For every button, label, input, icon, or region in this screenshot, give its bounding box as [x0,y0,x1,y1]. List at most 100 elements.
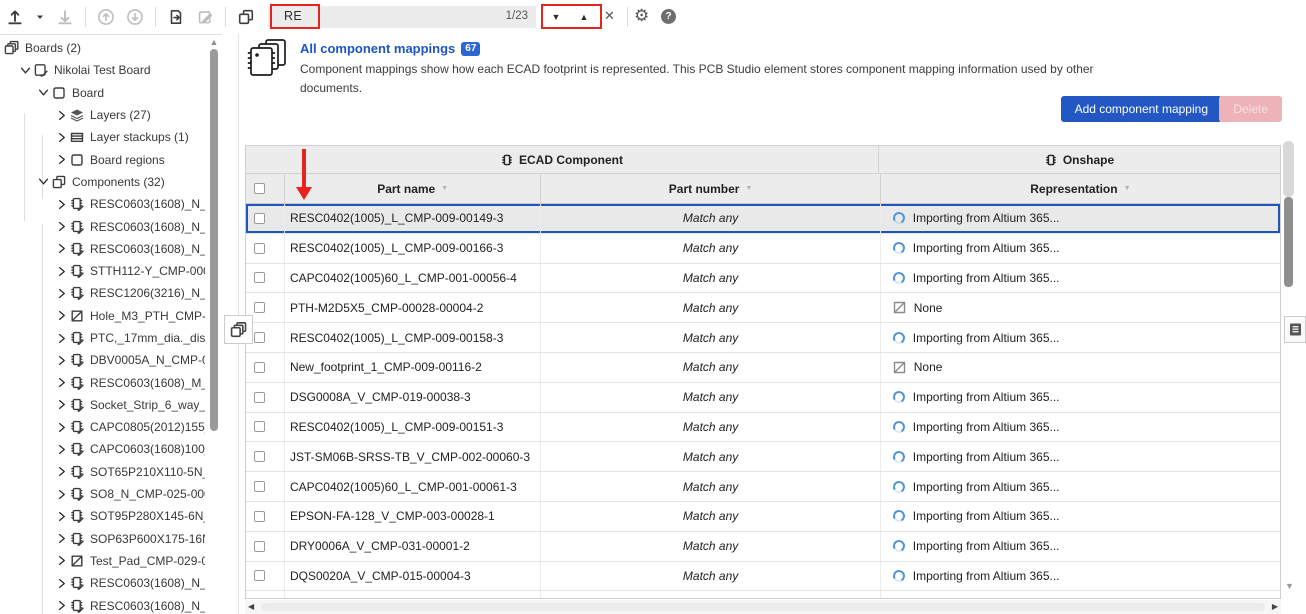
tree-item[interactable]: Components (32) [0,171,205,193]
sidebar-scroll-up-arrow[interactable]: ▲ [208,37,220,47]
table-scroll-down-arrow[interactable]: ▼ [1285,581,1294,591]
tree-item[interactable]: Board regions [0,148,205,170]
chevron-right-icon[interactable] [54,398,69,411]
row-checkbox[interactable] [254,541,265,552]
table-row[interactable]: PTH-M2D5X5_CMP-00028-00004-2Match anyNon… [246,293,1280,323]
tree-item[interactable]: Test_Pad_CMP-029-0... [0,550,205,572]
tree-item[interactable]: Nikolai Test Board [0,59,205,81]
scroll-right-arrow[interactable]: ▶ [1272,602,1278,611]
tree-item[interactable]: CAPC0805(2012)155_... [0,416,205,438]
tree-item[interactable]: Hole_M3_PTH_CMP-0... [0,305,205,327]
table-row-selected[interactable]: RESC0402(1005)_L_CMP-009-00149-3Match an… [246,204,1280,234]
chevron-right-icon[interactable] [54,354,69,367]
tree-item[interactable]: Socket_Strip_6_way_(... [0,394,205,416]
chevron-right-icon[interactable] [54,510,69,523]
upload-icon[interactable] [6,8,24,26]
table-row[interactable]: CAPC0402(1005)60_L_CMP-001-00061-3Match … [246,472,1280,502]
chevron-right-icon[interactable] [54,577,69,590]
sort-caret-icon[interactable]: ▼ [1124,185,1131,192]
tree-item[interactable]: RESC0603(1608)_M_C... [0,371,205,393]
tree-item[interactable]: Board [0,82,205,104]
add-component-mapping-button[interactable]: Add component mapping [1061,96,1222,122]
chevron-right-icon[interactable] [54,599,69,612]
chevron-right-icon[interactable] [54,153,69,166]
table-row[interactable]: JST-SM06B-SRSS-TB_V_CMP-002-00060-3Match… [246,442,1280,472]
tables-panel-handle[interactable] [1284,316,1306,343]
table-scrollbar-track[interactable] [1283,141,1294,197]
tree-item[interactable]: RESC0603(1608)_N_C... [0,215,205,237]
tree-item[interactable]: Layer stackups (1) [0,126,205,148]
chevron-right-icon[interactable] [54,488,69,501]
gear-icon[interactable]: ⚙ [634,6,649,26]
tree-item[interactable]: RESC0603(1608)_N_C... [0,193,205,215]
tree-item[interactable]: RESC0603(1608)_N_C... [0,238,205,260]
chevron-right-icon[interactable] [54,376,69,389]
table-row[interactable]: RESC0402(1005)_L_CMP-009-00151-3Match an… [246,413,1280,443]
row-checkbox[interactable] [254,362,265,373]
chevron-right-icon[interactable] [54,198,69,211]
row-checkbox[interactable] [254,213,265,224]
column-header-part-name[interactable]: Part name ▼ [284,174,541,203]
chevron-right-icon[interactable] [54,242,69,255]
row-checkbox[interactable] [254,481,265,492]
table-row[interactable]: DRY0006A_V_CMP-031-00001-2Match anyImpor… [246,532,1280,562]
tree-item[interactable]: RESC1206(3216)_N_C... [0,282,205,304]
tree-item[interactable]: Boards (2) [0,37,205,59]
table-row[interactable]: New_footprint_1_CMP-009-00116-2Match any… [246,353,1280,383]
row-checkbox[interactable] [254,511,265,522]
row-checkbox[interactable] [254,243,265,254]
table-row[interactable]: DSG0008A_V_CMP-019-00038-3Match anyImpor… [246,383,1280,413]
tree-item[interactable]: SOP63P600X175-16N... [0,528,205,550]
chevron-right-icon[interactable] [54,287,69,300]
sort-caret-icon[interactable]: ▼ [745,185,752,192]
table-row[interactable]: EPSON-FA-128_V_CMP-003-00028-1Match anyI… [246,502,1280,532]
tree-item[interactable]: SOT65P210X110-5N_... [0,461,205,483]
horizontal-scrollbar[interactable]: ◀ ▶ [245,600,1281,614]
row-checkbox[interactable] [254,451,265,462]
row-checkbox[interactable] [254,570,265,581]
table-row[interactable]: CAPC0402(1005)60_L_CMP-001-00056-4Match … [246,264,1280,294]
table-row[interactable]: DQS0020A_V_CMP-015-00004-3Match anyImpor… [246,562,1280,592]
row-checkbox[interactable] [254,332,265,343]
chevron-right-icon[interactable] [54,109,69,122]
tree-item[interactable]: DBV0005A_N_CMP-01... [0,349,205,371]
chevron-right-icon[interactable] [54,554,69,567]
tree-item[interactable]: SOT95P280X145-6N_... [0,505,205,527]
caret-down-icon[interactable] [35,12,45,22]
boards-panel-handle[interactable] [224,315,253,344]
row-checkbox[interactable] [254,302,265,313]
components-stack-icon[interactable] [237,8,255,26]
chevron-right-icon[interactable] [54,220,69,233]
row-checkbox[interactable] [254,421,265,432]
select-all-checkbox[interactable] [254,183,265,194]
horizontal-scrollbar-thumb[interactable] [261,603,1265,611]
chevron-down-icon[interactable] [36,175,51,188]
chevron-right-icon[interactable] [54,421,69,434]
sidebar-scrollbar-thumb[interactable] [210,49,218,431]
chevron-right-icon[interactable] [54,443,69,456]
chevron-right-icon[interactable] [54,532,69,545]
close-icon[interactable]: ✕ [604,8,615,24]
tree-item[interactable]: PTC,_17mm_dia._disc,... [0,327,205,349]
sort-caret-icon[interactable]: ▼ [441,185,448,192]
help-icon[interactable]: ? [661,9,676,24]
chevron-down-icon[interactable] [36,86,51,99]
page-title[interactable]: All component mappings 67 [300,41,480,56]
tree-item[interactable]: CAPC0603(1608)100_... [0,438,205,460]
copy-document-icon[interactable] [167,8,185,26]
tree-item[interactable]: RESC0603(1608)_N_C... [0,572,205,594]
row-checkbox[interactable] [254,392,265,403]
column-header-representation[interactable]: Representation ▼ [880,174,1280,203]
tree-item[interactable]: Layers (27) [0,104,205,126]
table-scrollbar-thumb[interactable] [1284,197,1293,287]
table-row[interactable]: RESC0402(1005)_L_CMP-009-00166-3Match an… [246,234,1280,264]
chevron-right-icon[interactable] [54,131,69,144]
chevron-right-icon[interactable] [54,332,69,345]
chevron-right-icon[interactable] [54,265,69,278]
tree-item[interactable]: RESC0603(1608)_N_C... [0,594,205,614]
chevron-down-icon[interactable] [18,64,33,77]
scroll-left-arrow[interactable]: ◀ [248,602,254,611]
tree-item[interactable]: SO8_N_CMP-025-000... [0,483,205,505]
chevron-right-icon[interactable] [54,309,69,322]
table-row[interactable]: RESC0402(1005)_L_CMP-009-00158-3Match an… [246,323,1280,353]
